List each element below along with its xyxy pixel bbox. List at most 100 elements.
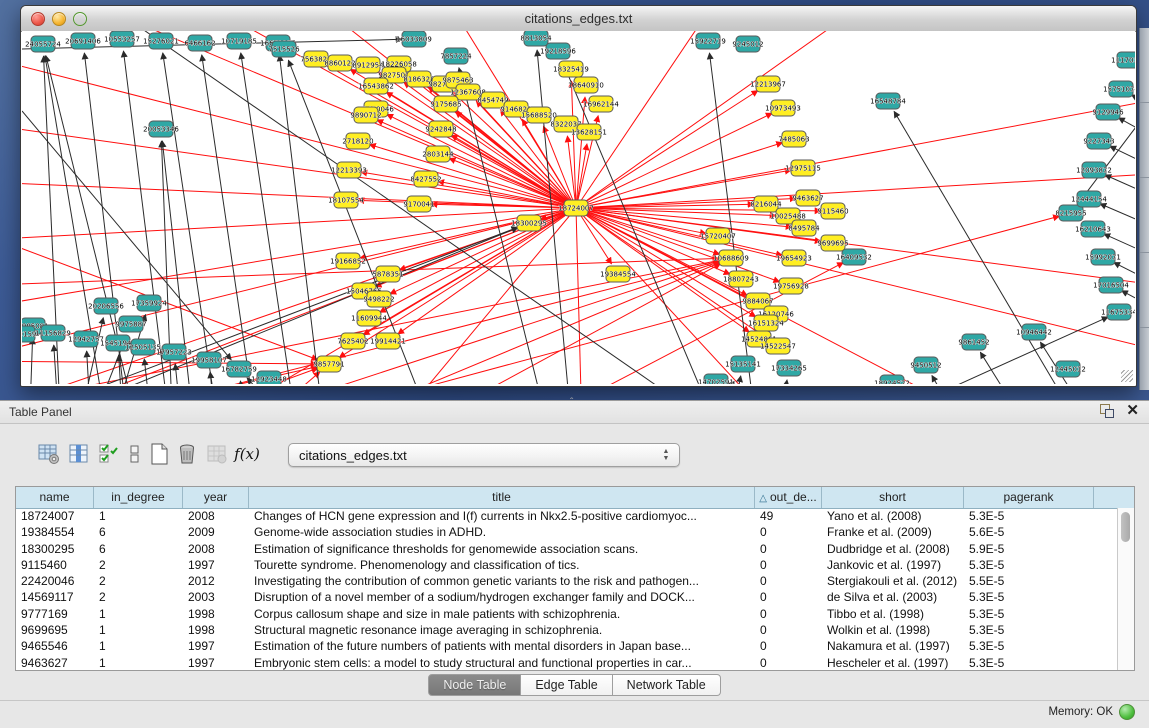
table-cell[interactable]: 2009 [183,524,249,540]
table-cell[interactable]: 9115460 [16,557,94,573]
select-rows-icon[interactable] [96,441,122,467]
table-row[interactable]: 977716911998Corpus callosum shape and si… [16,606,1118,622]
float-panel-icon[interactable] [1100,404,1114,418]
table-cell[interactable]: 5.5E-5 [964,573,1094,589]
network-view-window[interactable]: citations_edges.txt 18724007756382288601… [20,5,1137,387]
graph-edge[interactable] [576,91,1135,208]
table-cell[interactable]: Corpus callosum shape and size in male p… [249,606,755,622]
table-cell[interactable]: 19384554 [16,524,94,540]
table-cell[interactable]: 6 [94,541,183,557]
clear-selection-icon[interactable] [122,441,148,467]
table-select-dropdown[interactable]: citations_edges.txt ▲▼ [288,443,680,467]
table-cell[interactable]: 9465546 [16,638,94,654]
network-canvas[interactable]: 1872400775638228860122891295418226058982… [22,31,1135,384]
table-cell[interactable]: Jankovic et al. (1997) [822,557,964,573]
graph-edge[interactable] [576,171,1135,208]
table-cell[interactable]: 9463627 [16,655,94,670]
table-row[interactable]: 1938455462009Genome-wide association stu… [16,524,1118,540]
table-cell[interactable]: 1997 [183,655,249,670]
table-cell[interactable]: 2 [94,589,183,605]
graph-edge[interactable] [369,145,576,208]
table-cell[interactable]: Embryonic stem cells: a model to study s… [249,655,755,670]
column-header-pagerank[interactable]: pagerank [964,487,1094,508]
graph-edge[interactable] [1131,95,1135,123]
table-cell[interactable]: 1 [94,638,183,654]
table-cell[interactable]: 1998 [183,622,249,638]
table-cell[interactable]: 49 [755,508,822,524]
table-cell[interactable]: 5.3E-5 [964,655,1094,670]
graph-edge[interactable] [1118,118,1135,153]
table-cell[interactable]: 18300295 [16,541,94,557]
graph-edge[interactable] [932,375,952,384]
graph-edge[interactable] [22,361,317,364]
graph-edge[interactable] [22,208,576,241]
table-row[interactable]: 969969511998Structural magnetic resonanc… [16,622,1118,638]
table-cell[interactable]: 1 [94,655,183,670]
scrollbar-thumb[interactable] [1121,512,1130,542]
window-resize-grip[interactable] [1121,370,1133,382]
window-titlebar[interactable]: citations_edges.txt [21,6,1136,32]
table-cell[interactable]: 1 [94,508,183,524]
table-cell[interactable]: Disruption of a novel member of a sodium… [249,589,755,605]
zoom-window-icon[interactable] [73,12,87,26]
table-cell[interactable]: Tourette syndrome. Phenomenology and cla… [249,557,755,573]
table-cell[interactable]: Yano et al. (2008) [822,508,964,524]
graph-edge[interactable] [123,51,168,384]
table-cell[interactable]: 0 [755,655,822,670]
table-scrollbar[interactable] [1117,508,1134,670]
graph-edge[interactable] [279,55,322,384]
graph-edge[interactable] [22,121,576,208]
table-cell[interactable]: 1 [94,622,183,638]
import-table-icon[interactable] [204,441,230,467]
graph-edge[interactable] [390,208,576,294]
table-cell[interactable]: Structural magnetic resonance image aver… [249,622,755,638]
table-row[interactable]: 1872400712008Changes of HCN gene express… [16,508,1118,524]
table-row[interactable]: 946554611997Estimation of the future num… [16,638,1118,654]
column-header-year[interactable]: year [183,487,249,508]
table-cell[interactable]: 18724007 [16,508,94,524]
table-cell[interactable]: Estimation of the future numbers of pati… [249,638,755,654]
table-cell[interactable]: 1997 [183,638,249,654]
table-cell[interactable]: Estimation of significance thresholds fo… [249,541,755,557]
close-panel-icon[interactable]: ✕ [1126,404,1139,418]
table-cell[interactable]: Dudbridge et al. (2008) [822,541,964,557]
column-header-short[interactable]: short [822,487,964,508]
table-cell[interactable]: 2 [94,573,183,589]
table-cell[interactable]: 2 [94,557,183,573]
table-cell[interactable]: 1998 [183,606,249,622]
table-cell[interactable]: 5.3E-5 [964,606,1094,622]
graph-edge[interactable] [30,338,33,384]
column-header-title[interactable]: title [249,487,755,508]
table-cell[interactable]: 5.3E-5 [964,508,1094,524]
graph-edge[interactable] [576,113,772,208]
table-cell[interactable]: 0 [755,573,822,589]
minimize-window-icon[interactable] [52,12,66,26]
column-header-name[interactable]: name [16,487,94,508]
table-cell[interactable]: 0 [755,541,822,557]
table-row[interactable]: 1456911722003Disruption of a novel membe… [16,589,1118,605]
graph-edge[interactable] [22,226,318,360]
table-cell[interactable]: 5.3E-5 [964,557,1094,573]
graph-edge[interactable] [782,380,787,384]
table-cell[interactable]: 14569117 [16,589,94,605]
table-cell[interactable]: Stergiakouli et al. (2012) [822,573,964,589]
table-cell[interactable]: 5.3E-5 [964,589,1094,605]
graph-edge[interactable] [451,135,576,208]
table-settings-icon[interactable] [36,441,62,467]
table-cell[interactable]: de Silva et al. (2003) [822,589,964,605]
tab-node-table[interactable]: Node Table [428,674,521,696]
graph-edge[interactable] [82,318,103,384]
table-cell[interactable]: 6 [94,524,183,540]
graph-edge[interactable] [339,208,576,358]
table-cell[interactable]: Franke et al. (2009) [822,524,964,540]
column-header-outde[interactable]: △out_de... [755,487,822,508]
table-cell[interactable]: Nakamura et al. (1997) [822,638,964,654]
table-cell[interactable]: Tibbo et al. (1998) [822,606,964,622]
table-cell[interactable]: Genome-wide association studies in ADHD. [249,524,755,540]
close-window-icon[interactable] [31,12,45,26]
table-row[interactable]: 2242004622012Investigating the contribut… [16,573,1118,589]
tab-network-table[interactable]: Network Table [613,674,721,696]
table-cell[interactable]: 1 [94,606,183,622]
graph-edge[interactable] [576,208,1135,361]
table-cell[interactable]: 5.3E-5 [964,622,1094,638]
